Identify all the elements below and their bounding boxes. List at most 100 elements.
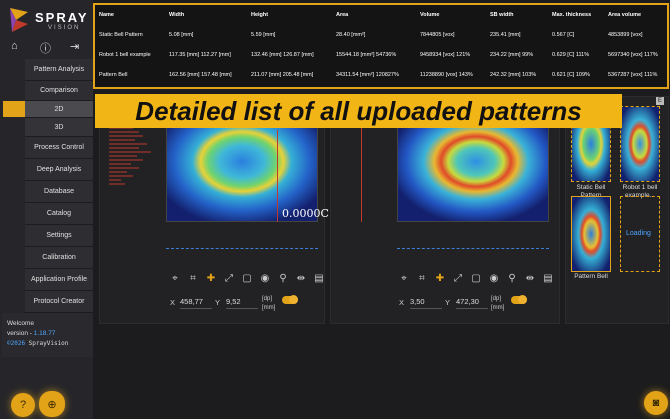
cell: 34311.54 [mm²] 120827% <box>336 72 399 78</box>
left-x-input[interactable]: 458,77 <box>180 297 212 309</box>
thumbnail-robot-bell[interactable] <box>620 106 660 182</box>
target-icon[interactable]: ◉ <box>260 273 270 287</box>
table-row[interactable]: Robot 1 bell example 117.35 [mm] 112.27 … <box>95 45 667 65</box>
col-max-thickness: Max. thickness <box>552 12 592 18</box>
col-height: Height <box>251 12 269 18</box>
right-unit-mm: [mm] <box>491 305 505 311</box>
active-indicator <box>3 101 25 117</box>
target-icon[interactable]: ◉ <box>489 273 499 287</box>
left-profile-line <box>166 248 318 249</box>
crosshair-add-icon[interactable]: ⌖ <box>170 273 180 287</box>
left-y-input[interactable]: 9,52 <box>226 297 258 309</box>
zoom-icon[interactable]: ⚲ <box>278 273 288 287</box>
sidebar: SPRAY VISION ⌂ ⓘ ⇥ Pattern Analysis Comp… <box>0 0 93 419</box>
cell: 162.56 [mm] 157.48 [mm] <box>169 72 232 78</box>
add-icon: ⊕ <box>47 398 57 411</box>
left-unit-mm: [mm] <box>262 305 276 311</box>
zoom-icon[interactable]: ⚲ <box>507 273 517 287</box>
cell: 5697340 [vox] 117% <box>608 52 658 58</box>
right-unit-toggle[interactable] <box>511 295 527 304</box>
cell: 211.07 [mm] 205.48 [mm] <box>251 72 314 78</box>
nav-settings[interactable]: Settings <box>25 225 93 247</box>
nav-comparison-2d[interactable]: 2D <box>25 101 93 118</box>
right-y-label: Y <box>445 298 451 307</box>
table-row[interactable]: Static Bell Pattern 5.08 [mm] 5.59 [mm] … <box>95 25 667 45</box>
logo: SPRAY VISION <box>8 6 88 36</box>
help-icon[interactable]: ⓘ <box>40 40 51 56</box>
resize-icon[interactable]: ⤢ <box>453 273 463 287</box>
nav-pattern-analysis[interactable]: Pattern Analysis <box>25 59 93 81</box>
cell: 28.40 [mm²] <box>336 32 366 38</box>
nav-comparison-3d[interactable]: 3D <box>25 118 93 137</box>
thickness-readout: 0.0000C <box>282 207 329 220</box>
nav-catalog[interactable]: Catalog <box>25 203 93 225</box>
right-profile-line <box>397 248 549 249</box>
right-heatmap[interactable] <box>397 112 549 222</box>
left-unit-dp: [dp] <box>262 296 273 302</box>
select-rect-icon[interactable]: ▢ <box>471 273 481 287</box>
left-unit-toggle[interactable] <box>282 295 298 304</box>
save-icon[interactable]: ▤ <box>314 273 324 287</box>
right-unit-dp: [dp] <box>491 296 502 302</box>
help-icon: ? <box>19 399 27 411</box>
help-button[interactable]: ? <box>11 393 35 417</box>
nav-comparison[interactable]: Comparison <box>25 81 93 101</box>
caption-banner: Detailed list of all uploaded patterns <box>95 94 622 128</box>
thumbnail-pattern-bell[interactable] <box>571 196 611 272</box>
col-name: Name <box>99 12 114 18</box>
nav-protocol-creator[interactable]: Protocol Creator <box>25 291 93 313</box>
cell: 7844805 [vox] <box>420 32 455 38</box>
product-name: SprayVision <box>25 340 69 347</box>
right-toolbar: ⌖ ⌗ ✚ ⤢ ▢ ◉ ⚲ ⇹ ▤ <box>399 273 553 287</box>
thumbnail-pattern-bell-image <box>572 197 610 271</box>
cell: 132.46 [mm] 126.87 [mm] <box>251 52 314 58</box>
copyright-year: ©2026 <box>7 340 26 347</box>
left-y-label: Y <box>215 298 221 307</box>
select-rect-icon[interactable]: ▢ <box>242 273 252 287</box>
crosshair-add-icon[interactable]: ⌖ <box>399 273 409 287</box>
ruler-icon[interactable]: ⇹ <box>525 273 535 287</box>
cell: 11238890 [vox] 143% <box>420 72 473 78</box>
crosshair-icon[interactable]: ⌗ <box>417 273 427 287</box>
camera-icon: ◙ <box>652 397 660 409</box>
nav-process-control[interactable]: Process Control <box>25 137 93 159</box>
cell: 0.621 [C] 109% <box>552 72 590 78</box>
left-crosshair-line <box>277 130 278 222</box>
save-icon[interactable]: ▤ <box>543 273 553 287</box>
nav-calibration[interactable]: Calibration <box>25 247 93 269</box>
cell: 5.59 [mm] <box>251 32 276 38</box>
thumbnail-label-pattern-bell: Pattern Bell <box>574 273 608 280</box>
right-y-input[interactable]: 472,30 <box>456 297 488 309</box>
cell: 234.22 [mm] 99% <box>490 52 534 58</box>
right-heatmap-image <box>398 113 548 221</box>
crosshair-icon[interactable]: ⌗ <box>188 273 198 287</box>
brand-sub: VISION <box>48 25 81 31</box>
cell: 0.567 [C] <box>552 32 575 38</box>
nav-database[interactable]: Database <box>25 181 93 203</box>
left-toolbar: ⌖ ⌗ ✚ ⤢ ▢ ◉ ⚲ ⇹ ▤ <box>170 273 324 287</box>
nav-application-profile[interactable]: Application Profile <box>25 269 93 291</box>
cell: 5367287 [vox] 111% <box>608 72 658 78</box>
brand-name: SPRAY <box>35 10 89 25</box>
home-icon[interactable]: ⌂ <box>11 40 18 52</box>
move-icon[interactable]: ✚ <box>435 273 445 287</box>
right-units: [dp] [mm] <box>491 295 504 313</box>
logout-icon[interactable]: ⇥ <box>70 40 79 53</box>
left-x-label: X <box>170 298 176 307</box>
resize-icon[interactable]: ⤢ <box>224 273 234 287</box>
left-units: [dp] [mm] <box>262 295 275 313</box>
col-area-volume: Area volume <box>608 12 642 18</box>
camera-button[interactable]: ◙ <box>644 391 668 415</box>
table-row[interactable]: Pattern Bell 162.56 [mm] 157.48 [mm] 211… <box>95 65 667 85</box>
move-icon[interactable]: ✚ <box>206 273 216 287</box>
left-heatmap[interactable] <box>166 112 318 222</box>
right-x-input[interactable]: 3,50 <box>410 297 442 309</box>
right-x-label: X <box>399 298 405 307</box>
badge: E <box>656 97 664 105</box>
nav-deep-analysis[interactable]: Deep Analysis <box>25 159 93 181</box>
ruler-icon[interactable]: ⇹ <box>296 273 306 287</box>
col-volume: Volume <box>420 12 440 18</box>
add-button[interactable]: ⊕ <box>39 391 65 417</box>
spray-logo-icon <box>10 8 28 32</box>
cell: 0.629 [C] 111% <box>552 52 590 58</box>
